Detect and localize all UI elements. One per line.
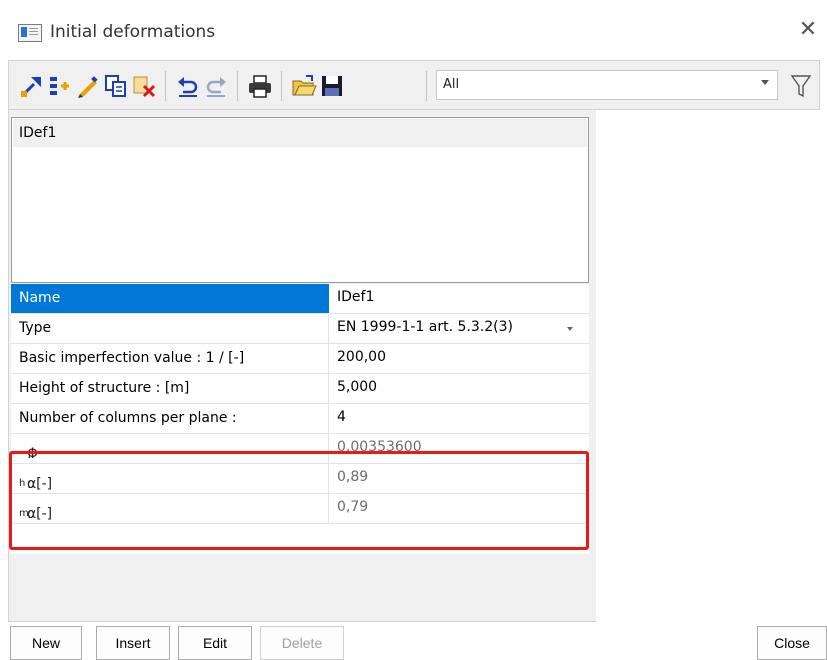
insert-button[interactable]: Insert <box>96 626 170 660</box>
toolbar: All <box>8 60 820 110</box>
window-title: Initial deformations <box>50 22 216 42</box>
property-value[interactable]: 5,000 <box>337 379 377 395</box>
toolbar-separator <box>281 71 282 101</box>
filter-value: All <box>443 77 460 92</box>
label-suffix: : [-] <box>27 476 53 492</box>
insert-icon[interactable] <box>47 73 73 99</box>
property-label: Height of structure : [m] <box>19 380 190 396</box>
property-row-alpha-m: αm : [-] 0,79 <box>11 494 589 524</box>
property-row-basic-imperfection[interactable]: Basic imperfection value : 1 / [-] 200,0… <box>11 344 589 374</box>
property-label: αh : [-] <box>19 470 52 492</box>
new-button[interactable]: New <box>10 626 82 660</box>
property-row-alpha-h: αh : [-] 0,89 <box>11 464 589 494</box>
deformations-list[interactable]: IDef1 <box>11 117 589 283</box>
property-label: Basic imperfection value : 1 / [-] <box>19 350 245 366</box>
new-item-icon[interactable] <box>19 73 45 99</box>
chevron-down-icon <box>761 80 769 85</box>
property-label: Type <box>19 320 52 336</box>
label-suffix: : [-] <box>27 506 53 522</box>
property-row-type[interactable]: Type EN 1999-1-1 art. 5.3.2(3) <box>11 314 589 344</box>
open-folder-icon[interactable] <box>291 73 317 99</box>
property-label: Name <box>19 290 61 306</box>
toolbar-separator <box>426 71 427 101</box>
property-row-name[interactable]: Name IDef1 <box>11 284 589 314</box>
window-icon <box>18 24 42 42</box>
title-bar: Initial deformations ✕ <box>0 0 827 58</box>
delete-icon[interactable] <box>131 73 157 99</box>
funnel-icon[interactable] <box>789 71 813 99</box>
delete-button: Delete <box>260 626 344 660</box>
property-row-height[interactable]: Height of structure : [m] 5,000 <box>11 374 589 404</box>
property-grid: Name IDef1 Type EN 1999-1-1 art. 5.3.2(3… <box>11 284 589 554</box>
property-value[interactable]: IDef1 <box>337 289 374 305</box>
close-window-button[interactable]: ✕ <box>796 18 820 42</box>
toolbar-separator <box>237 71 238 101</box>
property-label: αm : [-] <box>19 500 52 522</box>
redo-icon[interactable] <box>203 73 229 99</box>
property-value[interactable]: 4 <box>337 409 346 425</box>
list-item-label: IDef1 <box>19 125 57 141</box>
edit-icon[interactable] <box>75 73 101 99</box>
property-value[interactable]: EN 1999-1-1 art. 5.3.2(3) <box>337 319 513 335</box>
save-icon[interactable] <box>319 73 345 99</box>
property-row-phi: Φ : 0,00353600 <box>11 434 589 464</box>
edit-button[interactable]: Edit <box>178 626 252 660</box>
property-value[interactable]: 200,00 <box>337 349 386 365</box>
chevron-down-icon[interactable] <box>567 327 573 331</box>
close-button[interactable]: Close <box>757 626 827 660</box>
property-value: 0,00353600 <box>337 439 422 455</box>
toolbar-separator <box>165 71 166 101</box>
property-row-columns[interactable]: Number of columns per plane : 4 <box>11 404 589 434</box>
print-icon[interactable] <box>247 73 273 99</box>
property-value: 0,89 <box>337 469 369 485</box>
label-suffix: : <box>27 446 32 462</box>
label-subscript: h <box>19 477 26 489</box>
list-item[interactable]: IDef1 <box>13 119 587 147</box>
copy-icon[interactable] <box>103 73 129 99</box>
property-label: Number of columns per plane : <box>19 410 237 426</box>
undo-icon[interactable] <box>175 73 201 99</box>
property-value: 0,79 <box>337 499 369 515</box>
filter-select[interactable]: All <box>436 70 778 100</box>
